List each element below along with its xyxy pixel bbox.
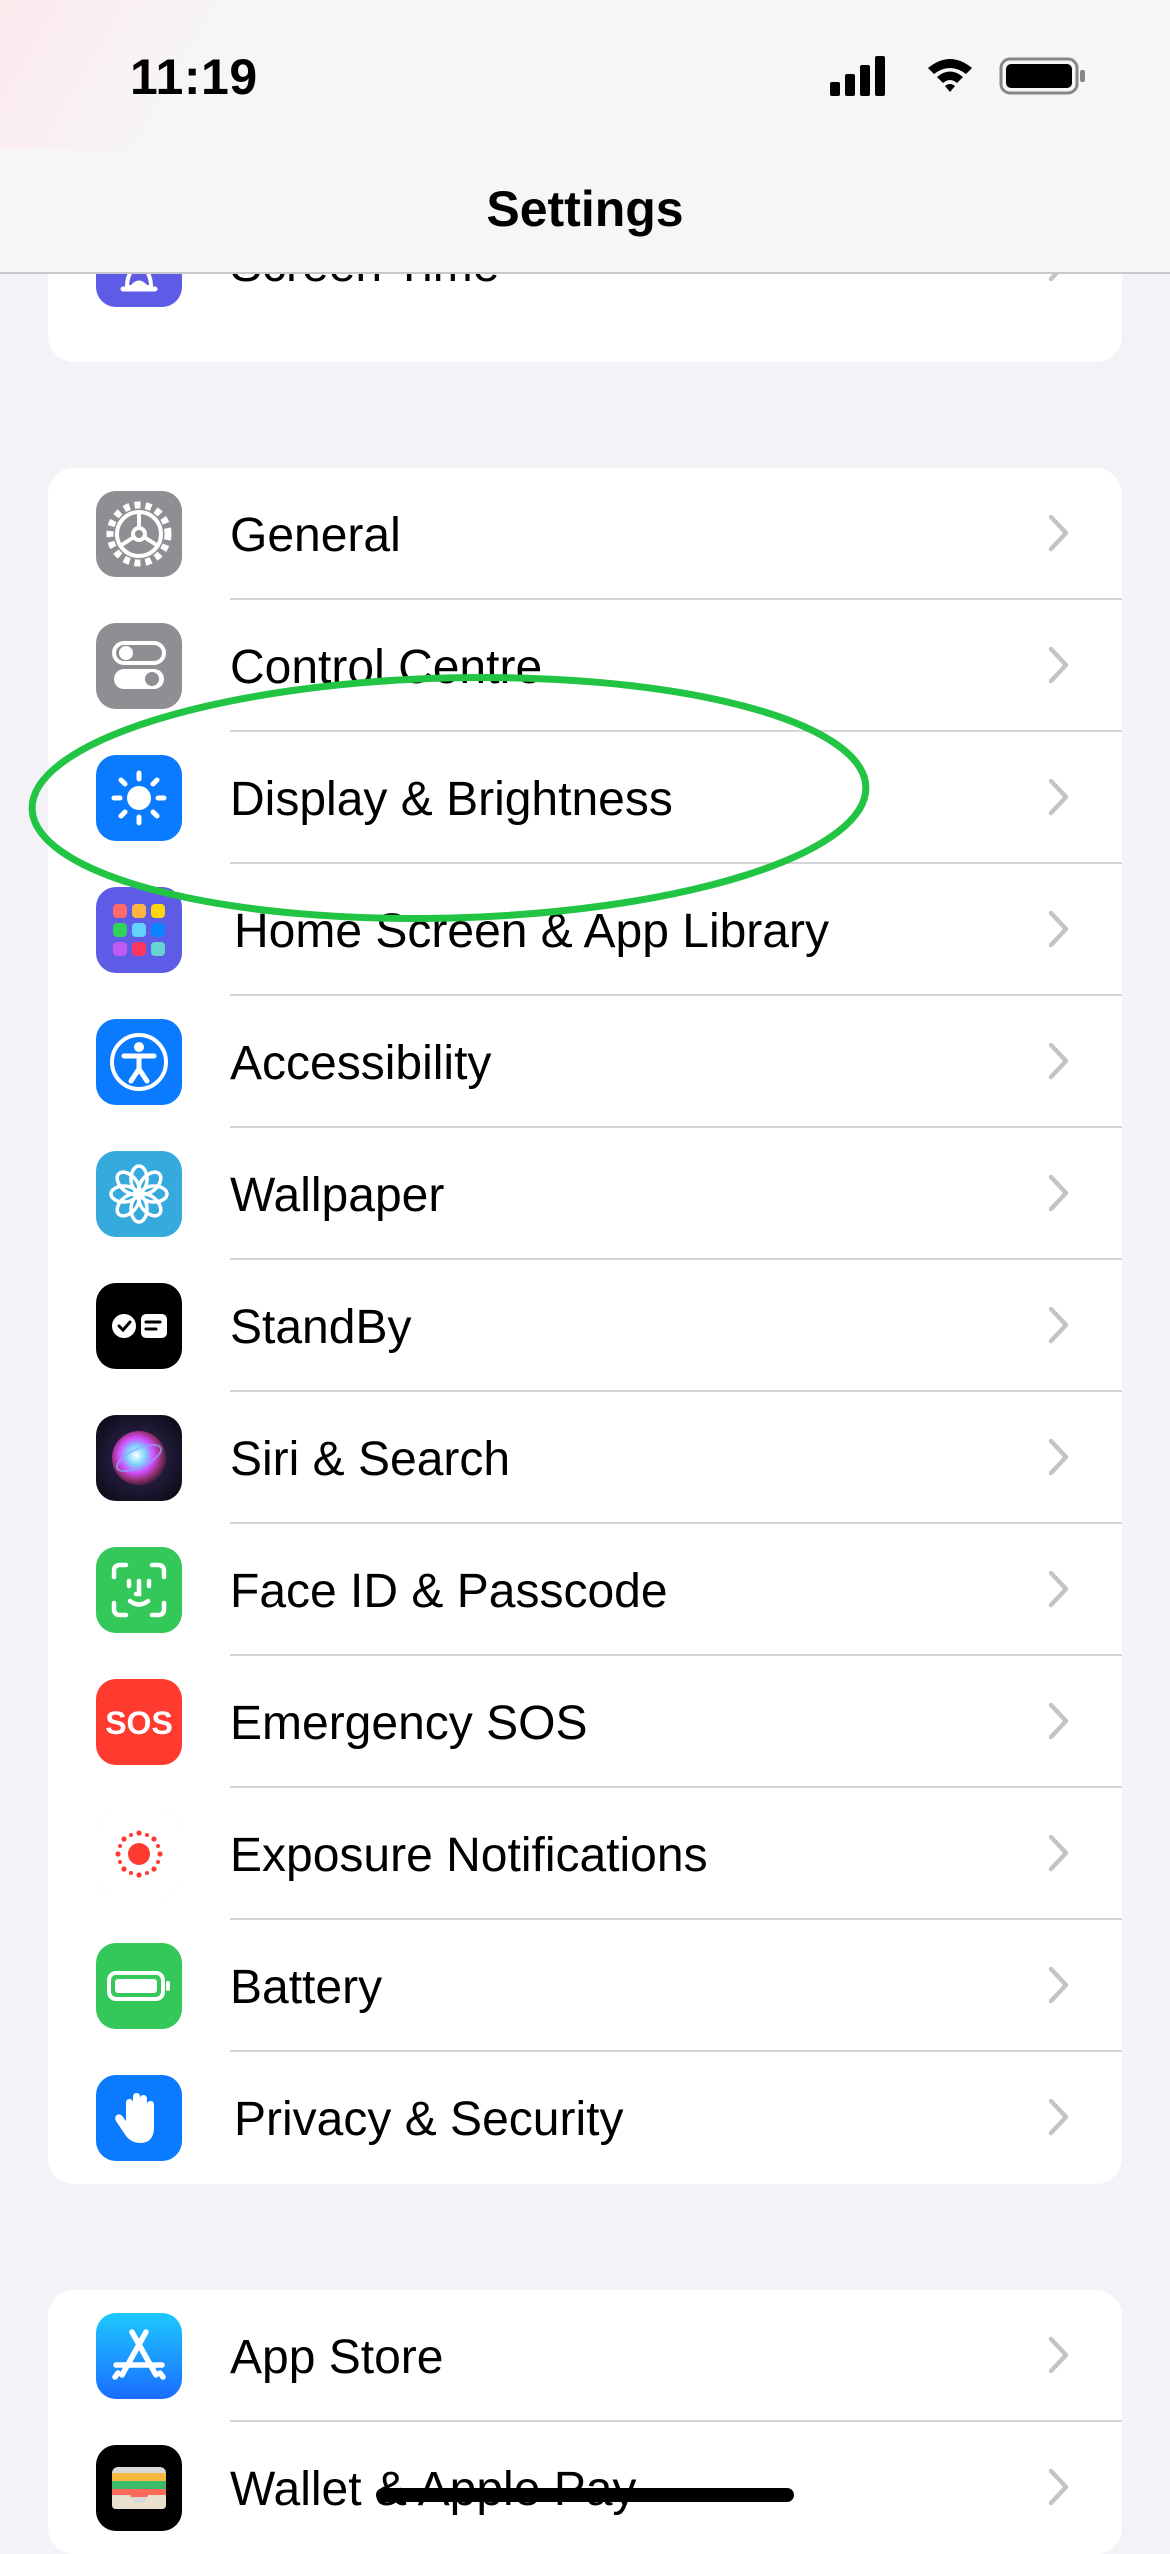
chevron-right-icon — [1048, 2098, 1069, 2136]
chevron-right-icon — [1048, 1702, 1069, 1740]
navigation-bar: Settings — [0, 150, 1170, 274]
settings-row-label: Display & Brightness — [230, 773, 673, 826]
siri-orb-icon — [96, 1415, 182, 1501]
settings-row-label: Siri & Search — [230, 1433, 511, 1486]
chevron-right-icon — [1048, 646, 1069, 684]
wifi-icon — [928, 59, 972, 92]
exposure-notification-icon — [96, 1811, 182, 1897]
face-id-icon — [96, 1547, 182, 1633]
settings-row-standby[interactable]: StandBy — [48, 1260, 1122, 1392]
settings-row-label: Battery — [230, 1961, 383, 2014]
status-bar: 11:19 — [0, 0, 1170, 150]
settings-row-emergency-sos[interactable]: SOS Emergency SOS — [48, 1656, 1122, 1788]
status-icons — [830, 56, 1085, 96]
wallet-icon — [96, 2445, 182, 2531]
settings-row-display-brightness[interactable]: Display & Brightness — [48, 732, 1122, 864]
chevron-right-icon — [1048, 1570, 1069, 1608]
settings-row-face-id[interactable]: Face ID & Passcode — [48, 1524, 1122, 1656]
standby-icon — [96, 1283, 182, 1369]
settings-row-label: Emergency SOS — [230, 1697, 588, 1750]
settings-row-siri-search[interactable]: Siri & Search — [48, 1392, 1122, 1524]
settings-row-label: StandBy — [230, 1301, 412, 1354]
chevron-right-icon — [1048, 1834, 1069, 1872]
settings-group-main: General Control Centre Display & Brightn… — [48, 468, 1122, 2184]
settings-row-label: Accessibility — [230, 1037, 492, 1090]
chevron-right-icon — [1048, 778, 1069, 816]
chevron-right-icon — [1048, 1966, 1069, 2004]
sos-icon: SOS — [96, 1679, 182, 1765]
page-title: Settings — [486, 181, 684, 237]
home-indicator[interactable] — [376, 2488, 794, 2502]
app-grid-icon — [96, 887, 182, 973]
chevron-right-icon — [1048, 910, 1069, 948]
settings-row-general[interactable]: General — [48, 468, 1122, 600]
settings-row-label: Privacy & Security — [234, 2093, 624, 2146]
chevron-right-icon — [1048, 1438, 1069, 1476]
settings-row-label: App Store — [230, 2331, 444, 2384]
settings-row-app-store[interactable]: App Store — [48, 2290, 1122, 2422]
chevron-right-icon — [1048, 1042, 1069, 1080]
cellular-signal-icon — [830, 56, 885, 96]
flower-icon — [96, 1151, 182, 1237]
chevron-right-icon — [1048, 2336, 1069, 2374]
battery-status-icon — [999, 57, 1085, 95]
chevron-right-icon — [1048, 1306, 1069, 1344]
svg-text:SOS: SOS — [105, 1705, 173, 1741]
battery-icon — [96, 1943, 182, 2029]
settings-row-label: Control Centre — [230, 641, 543, 694]
settings-row-privacy-security[interactable]: Privacy & Security — [48, 2052, 1122, 2184]
app-store-icon — [96, 2313, 182, 2399]
settings-row-accessibility[interactable]: Accessibility — [48, 996, 1122, 1128]
status-time: 11:19 — [130, 49, 258, 105]
settings-row-home-screen[interactable]: Home Screen & App Library — [48, 864, 1122, 996]
settings-group-store: App Store Wallet & Apple Pay — [48, 2290, 1122, 2554]
chevron-right-icon — [1048, 2468, 1069, 2506]
chevron-right-icon — [1048, 514, 1069, 552]
settings-row-label: Home Screen & App Library — [234, 905, 829, 958]
settings-row-label: Face ID & Passcode — [230, 1565, 668, 1618]
gear-icon — [96, 491, 182, 577]
settings-row-label: General — [230, 509, 401, 562]
accessibility-person-icon — [96, 1019, 182, 1105]
settings-row-wallpaper[interactable]: Wallpaper — [48, 1128, 1122, 1260]
chevron-right-icon — [1048, 1174, 1069, 1212]
raised-hand-icon — [96, 2075, 182, 2161]
settings-row-control-centre[interactable]: Control Centre — [48, 600, 1122, 732]
settings-row-label: Exposure Notifications — [230, 1829, 708, 1882]
toggles-icon — [96, 623, 182, 709]
sun-icon — [96, 755, 182, 841]
settings-row-label: Wallpaper — [230, 1169, 445, 1222]
settings-row-exposure-notifications[interactable]: Exposure Notifications — [48, 1788, 1122, 1920]
settings-row-battery[interactable]: Battery — [48, 1920, 1122, 2052]
